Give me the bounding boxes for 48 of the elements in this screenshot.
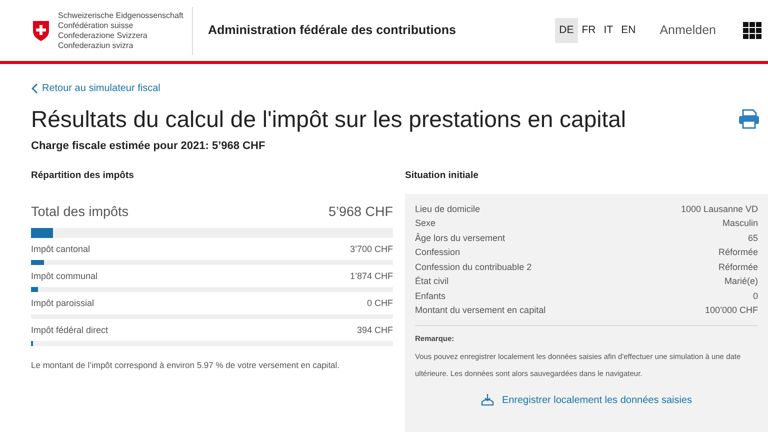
- language-tab[interactable]: EN: [617, 18, 640, 44]
- tax-amount: 394 CHF: [356, 324, 393, 337]
- download-tray-icon: [480, 394, 494, 406]
- field-label: Montant du versement en capital: [415, 304, 546, 317]
- field-label: Sexe: [415, 217, 436, 230]
- tax-amount: 0 CHF: [366, 296, 393, 310]
- field-value: 1000 Lausanne VD: [680, 202, 758, 216]
- field-value: Marié(e): [724, 275, 758, 288]
- org-name-line: Schweizerische Eidgenossenschaft: [58, 10, 184, 20]
- page-title: Résultats du calcul de l'impôt sur les prestations en capital: [31, 105, 626, 134]
- language-tab[interactable]: DE: [555, 18, 578, 44]
- field-value: 100’000 CHF: [704, 304, 758, 317]
- apps-grid-icon[interactable]: [743, 22, 762, 39]
- field-value: 65: [748, 232, 758, 244]
- org-name-line: Confederaziun svizra: [58, 40, 134, 50]
- field-label: Confession: [415, 246, 460, 259]
- field-value: 0: [752, 290, 758, 302]
- site-title: Administration fédérale des contributions: [208, 22, 456, 40]
- language-tab[interactable]: IT: [600, 18, 618, 44]
- tax-label: Impôt fédéral direct: [31, 324, 108, 337]
- field-label: Âge lors du versement: [415, 232, 506, 245]
- org-name-line: Confédération suisse: [58, 20, 134, 30]
- tax-burden-summary: Charge fiscale estimée pour 2021: 5’968 CHF: [31, 139, 266, 154]
- field-label: Confession du contribuable 2: [415, 260, 532, 274]
- save-locally-link[interactable]: Enregistrer localement les données saisies: [480, 392, 692, 408]
- field-value: Réformée: [718, 246, 758, 259]
- back-link[interactable]: Retour au simulateur fiscal: [31, 81, 160, 96]
- field-label: Lieu de domicile: [415, 202, 480, 216]
- field-value: Réformée: [718, 260, 758, 274]
- language-tab[interactable]: FR: [578, 18, 600, 44]
- total-amount: 5’968 CHF: [328, 202, 393, 220]
- field-label: Enfants: [415, 290, 446, 302]
- login-link[interactable]: Anmelden: [660, 21, 716, 40]
- tax-share-note: Le montant de l’impôt correspond à environ 5.97 % de votre versement en capital.: [31, 358, 341, 372]
- section-heading: Situation initiale: [405, 168, 480, 182]
- field-value: Masculin: [722, 217, 758, 230]
- field-label: État civil: [415, 275, 449, 288]
- tax-amount: 1’874 CHF: [350, 270, 393, 283]
- org-name-line: Confederazione Svizzera: [58, 30, 148, 40]
- tax-label: Impôt cantonal: [31, 242, 90, 256]
- tax-label: Impôt paroissial: [31, 296, 94, 310]
- total-label: Total des impôts: [31, 202, 129, 221]
- tax-label: Impôt communal: [31, 270, 98, 283]
- chevron-left-icon: [31, 83, 38, 94]
- tax-amount: 3’700 CHF: [350, 242, 393, 256]
- section-heading: Répartition des impôts: [31, 168, 135, 182]
- printer-icon[interactable]: [738, 109, 760, 129]
- swiss-cross-shield-icon: [32, 20, 50, 42]
